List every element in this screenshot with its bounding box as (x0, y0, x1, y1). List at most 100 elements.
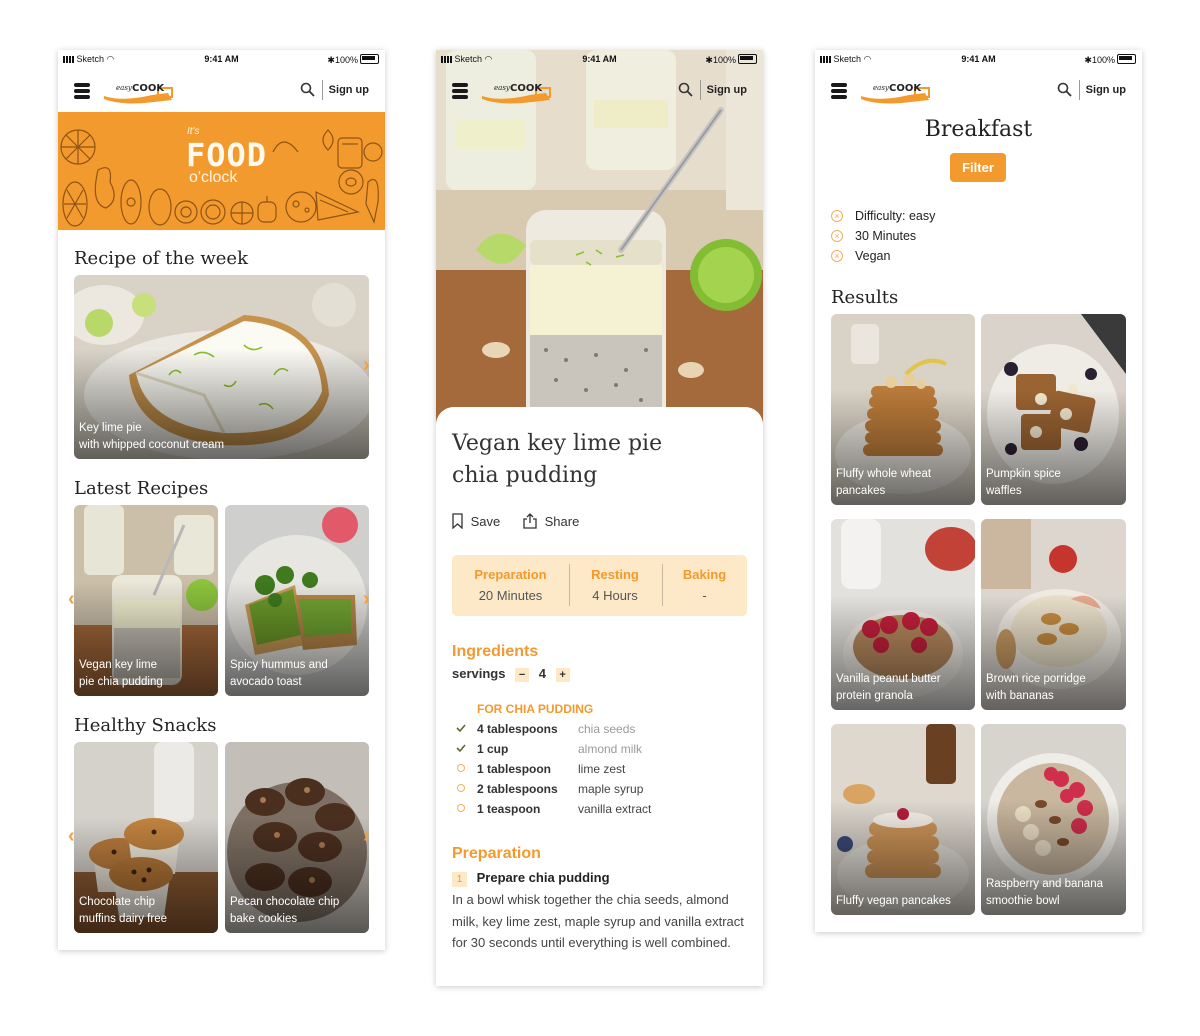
share-button[interactable]: Share (523, 513, 579, 529)
chevron-right-icon[interactable]: › (363, 825, 370, 848)
status-bar: Sketch ◠ 9:41 AM ✱100% (436, 50, 763, 68)
title-line-1: Vegan key lime pie (452, 431, 663, 456)
menu-icon[interactable] (74, 83, 90, 99)
latest-recipe-card[interactable]: Spicy hummus and avocado toast (225, 505, 369, 696)
servings-plus-button[interactable]: + (555, 668, 570, 682)
caption-line-1: Vegan key lime (79, 659, 157, 671)
ingredient-row[interactable]: 1 cup almond milk (456, 740, 756, 760)
recipe-of-week-title: Recipe of the week (74, 248, 248, 269)
chevron-left-icon[interactable]: ‹ (68, 588, 75, 611)
bluetooth-icon: ✱ (327, 55, 335, 65)
ingredients-title: Ingredients (452, 643, 539, 660)
checkmark-icon[interactable] (456, 723, 466, 733)
battery-label: 100% (334, 55, 358, 65)
battery-label: 100% (712, 55, 736, 65)
ingredient-quantity: 1 teaspoon (477, 802, 541, 816)
banner-oclock: o'clock (189, 169, 238, 186)
remove-tag-icon[interactable]: × (831, 250, 843, 262)
caption-line-2: protein granola (836, 690, 913, 702)
svg-text:COOK: COOK (132, 83, 165, 94)
easy-cook-logo[interactable]: easy COOK (480, 78, 554, 104)
signup-link[interactable]: Sign up (707, 84, 747, 96)
resting-time: Resting 4 Hours (569, 567, 661, 603)
filter-button[interactable]: Filter (950, 153, 1006, 182)
save-button[interactable]: Save (452, 513, 501, 530)
unchecked-circle-icon[interactable] (456, 783, 466, 793)
preparation-time: Preparation 20 Minutes (452, 567, 569, 603)
header-divider (322, 80, 323, 100)
caption-line-1: Pecan chocolate chip (230, 896, 340, 908)
result-card[interactable]: Vanilla peanut butter protein granola (831, 519, 975, 710)
caption-line-1: Key lime pie (79, 422, 142, 434)
category-title: Breakfast (924, 117, 1033, 142)
app-header: easy COOK Sign up (436, 68, 763, 112)
result-caption: Fluffy vegan pancakes (836, 893, 970, 910)
healthy-snacks-title: Healthy Snacks (74, 715, 217, 736)
latest-recipe-card[interactable]: Vegan key lime pie chia pudding (74, 505, 218, 696)
recipe-title: Vegan key lime pie chia pudding (452, 428, 742, 492)
servings-control: servings − 4 + (452, 666, 570, 682)
menu-icon[interactable] (831, 83, 847, 99)
ingredient-row[interactable]: 1 tablespoon lime zest (456, 760, 756, 780)
easy-cook-logo[interactable]: easy COOK (102, 78, 176, 104)
time-value: 4 Hours (592, 588, 638, 603)
chevron-right-icon[interactable]: › (363, 588, 370, 611)
bluetooth-icon: ✱ (1084, 55, 1092, 65)
result-card[interactable]: Raspberry and banana smoothie bowl (981, 724, 1126, 915)
ingredient-quantity: 2 tablespoons (477, 782, 558, 796)
step-header: 1 Prepare chia pudding (452, 870, 610, 887)
time-label: Baking (682, 567, 727, 582)
easy-cook-logo[interactable]: easy COOK (859, 78, 933, 104)
checkmark-icon[interactable] (456, 743, 466, 753)
battery-indicator: ✱100% (327, 54, 379, 66)
caption-line-1: Fluffy whole wheat (836, 468, 932, 480)
header-divider (700, 80, 701, 100)
servings-value: 4 (538, 666, 546, 681)
ingredient-name: lime zest (578, 762, 626, 776)
remove-tag-icon[interactable]: × (831, 230, 843, 242)
caption-line-2: with bananas (986, 690, 1054, 702)
caption-line-2: smoothie bowl (986, 895, 1060, 907)
ingredient-row[interactable]: 1 teaspoon vanilla extract (456, 800, 756, 820)
unchecked-circle-icon[interactable] (456, 803, 466, 813)
filter-tag-label: Vegan (855, 249, 891, 263)
bookmark-icon (452, 513, 463, 530)
search-icon[interactable] (300, 82, 315, 97)
latest-recipe-caption: Spicy hummus and avocado toast (230, 657, 364, 691)
result-card[interactable]: Brown rice porridge with bananas (981, 519, 1126, 710)
result-card[interactable]: Fluffy vegan pancakes (831, 724, 975, 915)
timing-box: Preparation 20 Minutes Resting 4 Hours Bak… (452, 555, 747, 616)
menu-icon[interactable] (452, 83, 468, 99)
snack-card[interactable]: Pecan chocolate chip bake cookies (225, 742, 369, 933)
ingredient-row[interactable]: 2 tablespoons maple syrup (456, 780, 756, 800)
ingredient-quantity: 1 cup (477, 742, 509, 756)
recipe-of-week-card[interactable]: Key lime pie with whipped coconut cream (74, 275, 369, 459)
save-label: Save (470, 514, 501, 529)
remove-tag-icon[interactable]: × (831, 210, 843, 222)
filter-tag-label: 30 Minutes (855, 229, 917, 243)
chevron-right-icon[interactable]: › (363, 354, 370, 377)
snack-card[interactable]: Chocolate chip muffins dairy free (74, 742, 218, 933)
caption-line-1: Raspberry and banana (986, 878, 1103, 890)
caption-line-1: Brown rice porridge (986, 673, 1086, 685)
result-caption: Fluffy whole wheat pancakes (836, 466, 970, 500)
search-icon[interactable] (678, 82, 693, 97)
ingredient-row[interactable]: 4 tablespoons chia seeds (456, 720, 756, 740)
result-card[interactable]: Pumpkin spice waffles (981, 314, 1126, 505)
search-icon[interactable] (1057, 82, 1072, 97)
signup-link[interactable]: Sign up (1086, 84, 1126, 96)
result-card[interactable]: Fluffy whole wheat pancakes (831, 314, 975, 505)
svg-text:easy: easy (873, 84, 890, 92)
step-title: Prepare chia pudding (476, 870, 610, 885)
signup-link[interactable]: Sign up (329, 84, 369, 96)
unchecked-circle-icon[interactable] (456, 763, 466, 773)
ingredient-name: almond milk (578, 742, 643, 756)
servings-minus-button[interactable]: − (515, 668, 530, 682)
caption-line-2: Fluffy vegan pancakes (836, 895, 951, 907)
results-title: Results (831, 287, 899, 308)
recipe-detail-screen: Sketch ◠ 9:41 AM ✱100% easy COOK Sign up… (436, 50, 763, 986)
chevron-left-icon[interactable]: ‹ (68, 825, 75, 848)
time-value: - (702, 588, 707, 603)
result-caption: Vanilla peanut butter protein granola (836, 671, 970, 705)
time-value: 20 Minutes (478, 588, 543, 603)
